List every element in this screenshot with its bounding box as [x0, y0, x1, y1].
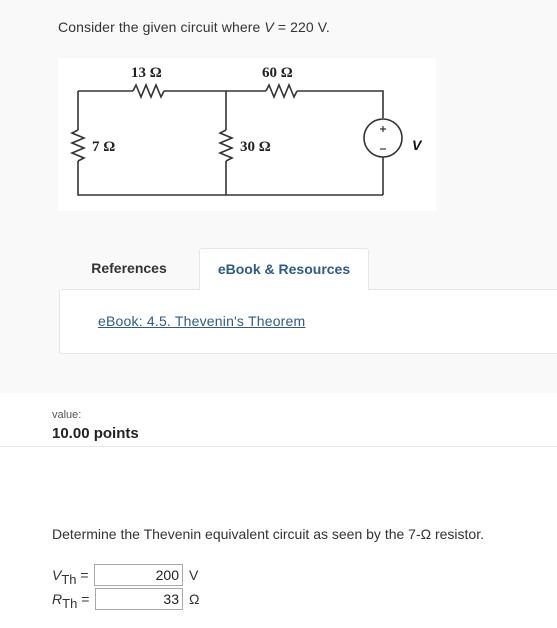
vth-input[interactable]	[94, 564, 183, 586]
vth-equals: =	[80, 567, 89, 583]
intro-variable: V	[264, 19, 274, 35]
vth-subscript: Th	[61, 572, 77, 587]
points-value: 10.00 points	[52, 425, 139, 442]
label-13-ohm: 13 Ω	[131, 65, 162, 81]
resistor-13-ohm	[132, 82, 165, 100]
wire-top-right	[297, 90, 384, 118]
circuit-svg: 13 Ω 60 Ω 7 Ω 30 Ω V	[69, 65, 423, 196]
value-label: value:	[52, 409, 82, 421]
label-30-ohm: 30 Ω	[240, 139, 271, 155]
intro-prefix: Consider the given circuit where	[58, 19, 265, 35]
question-text: Determine the Thevenin equivalent circui…	[52, 526, 484, 542]
rth-label: RTh =	[52, 591, 89, 611]
circuit-diagram: 13 Ω 60 Ω 7 Ω 30 Ω V	[58, 58, 436, 211]
rth-input[interactable]	[95, 588, 183, 610]
rth-equals: =	[81, 591, 90, 607]
label-7-ohm: 7 Ω	[92, 139, 115, 155]
rth-unit: Ω	[189, 591, 200, 607]
voltage-source	[363, 118, 403, 158]
tab-references[interactable]: References	[59, 248, 199, 289]
question-stem-area: Consider the given circuit where V = 220…	[0, 0, 557, 393]
section-divider	[0, 446, 557, 447]
source-plus-sign	[380, 126, 386, 132]
vth-unit: V	[189, 567, 199, 583]
rth-symbol: R	[52, 591, 63, 607]
label-60-ohm: 60 Ω	[262, 65, 293, 81]
intro-suffix: = 220 V.	[273, 19, 330, 35]
ebook-resources-panel: eBook: 4.5. Thevenin's Theorem	[59, 289, 557, 354]
label-source-v: V	[412, 137, 423, 153]
wire-left-bottom	[77, 161, 383, 196]
ebook-link[interactable]: eBook: 4.5. Thevenin's Theorem	[98, 313, 305, 329]
vth-symbol: V	[52, 567, 62, 583]
problem-intro: Consider the given circuit where V = 220…	[58, 19, 330, 35]
tab-ebook-resources[interactable]: eBook & Resources	[199, 248, 369, 290]
resistor-60-ohm	[265, 82, 298, 100]
resistor-7-ohm	[69, 129, 87, 162]
rth-subscript: Th	[62, 596, 78, 611]
vth-label: VTh =	[52, 567, 89, 587]
resistor-30-ohm	[217, 129, 235, 162]
